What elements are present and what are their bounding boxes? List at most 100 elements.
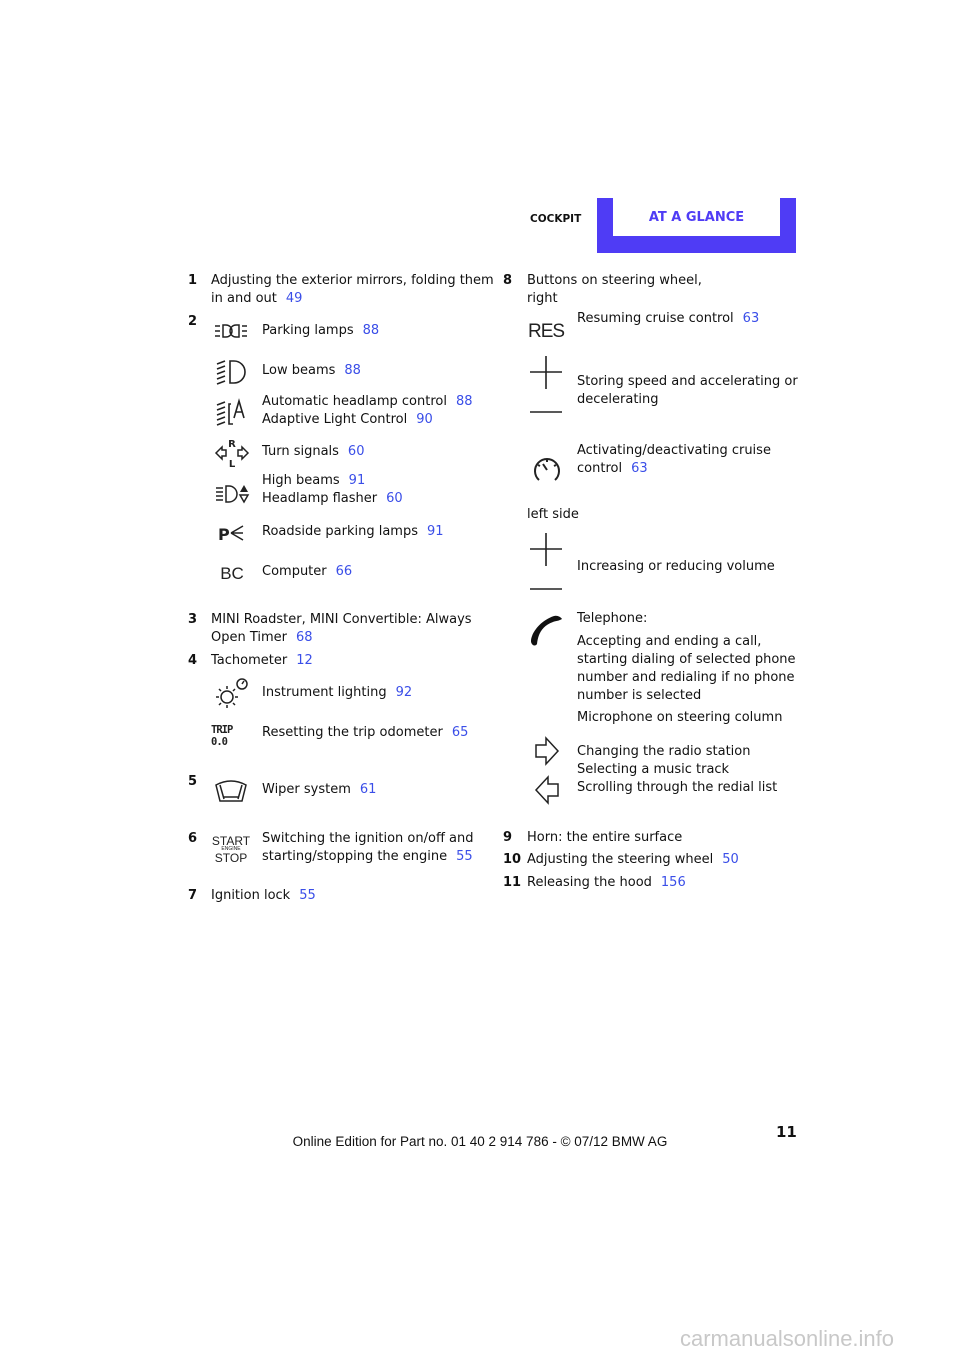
res-button-icon: RES <box>527 321 565 342</box>
page-ref[interactable]: 156 <box>661 875 686 890</box>
page-ref[interactable]: 91 <box>427 524 444 539</box>
instrument-lighting-icon <box>216 678 248 708</box>
item-number: 9 <box>503 830 513 845</box>
page-ref[interactable]: 63 <box>743 311 760 326</box>
page-ref[interactable]: 49 <box>286 291 303 306</box>
list-item: Activating/deactivating cruise control 63 <box>577 442 771 478</box>
page-ref[interactable]: 61 <box>360 782 377 797</box>
turn-signals-icon: RL <box>214 439 250 469</box>
text: Resetting the trip odometer <box>262 725 443 740</box>
text: Tachometer <box>211 653 288 668</box>
page-ref[interactable]: 88 <box>344 363 361 378</box>
page-ref[interactable]: 55 <box>299 888 316 903</box>
text: Scrolling through the redial list <box>577 780 778 795</box>
page-ref[interactable]: 55 <box>456 849 473 864</box>
text: in and out <box>211 291 277 306</box>
text: Adaptive Light Control <box>262 412 408 427</box>
arrow-right-left-icon <box>534 736 560 805</box>
volume-plus-minus-icon <box>530 533 562 590</box>
item-number: 1 <box>188 273 198 288</box>
text: Selecting a music track <box>577 762 730 777</box>
chapter-tab-label[interactable]: AT A GLANCE <box>613 198 780 236</box>
item-11-text: Releasing the hood 156 <box>527 874 686 892</box>
page-ref[interactable]: 65 <box>452 725 469 740</box>
page-ref[interactable]: 66 <box>336 564 353 579</box>
item-number: 6 <box>188 831 198 846</box>
watermark: carmanualsonline.info <box>680 1326 895 1351</box>
text: Instrument lighting <box>262 685 387 700</box>
list-item: Resetting the trip odometer 65 <box>262 724 468 742</box>
text: Resuming cruise control <box>577 311 734 326</box>
page-ref[interactable]: 88 <box>363 323 380 338</box>
page-ref[interactable]: 90 <box>416 412 433 427</box>
text: Computer <box>262 564 327 579</box>
cruise-control-icon <box>534 458 560 481</box>
start-stop-button-icon: START ENGINE STOP <box>212 832 250 866</box>
text: Low beams <box>262 363 336 378</box>
text: Parking lamps <box>262 323 354 338</box>
item-3-text: MINI Roadster, MINI Convertible: Always O… <box>211 611 472 647</box>
wiper-icon <box>215 780 247 802</box>
trip-odometer-icon: TRIP 0.0 <box>211 724 233 748</box>
text: Headlamp flasher <box>262 491 378 506</box>
page-ref[interactable]: 63 <box>631 461 648 476</box>
text: Turn signals <box>262 444 339 459</box>
svg-text:R: R <box>228 439 236 450</box>
text: Roadside parking lamps <box>262 524 418 539</box>
list-item: Storing speed and accelerating or deceler… <box>577 373 798 409</box>
item-1-text: Adjusting the exterior mirrors, folding … <box>211 272 494 308</box>
page-ref[interactable]: 50 <box>722 852 739 867</box>
text: Buttons on steering wheel, <box>527 273 702 288</box>
item-number: 4 <box>188 653 198 668</box>
list-item: Instrument lighting 92 <box>262 684 412 702</box>
item-number: 5 <box>188 774 198 789</box>
low-beams-icon <box>216 360 246 385</box>
page-ref[interactable]: 60 <box>386 491 403 506</box>
svg-text:L: L <box>229 459 236 469</box>
list-item: Automatic headlamp control 88 Adaptive Lig… <box>262 393 473 429</box>
page-ref[interactable]: 60 <box>348 444 365 459</box>
text: number is selected <box>577 688 702 703</box>
text: Adjusting the steering wheel <box>527 852 714 867</box>
svg-text:P: P <box>218 525 230 543</box>
parking-lamps-icon <box>215 324 247 338</box>
text: starting/stopping the engine <box>262 849 448 864</box>
list-item: Roadside parking lamps 91 <box>262 523 444 541</box>
item-8-text: Buttons on steering wheel, right <box>527 272 702 308</box>
list-item: Low beams 88 <box>262 362 361 380</box>
item-7-text: Ignition lock 55 <box>211 887 316 905</box>
text: Activating/deactivating cruise <box>577 443 771 458</box>
section-label: COCKPIT <box>530 213 582 225</box>
stop-label: STOP <box>214 850 248 865</box>
item-9-text: Horn: the entire surface <box>527 830 683 845</box>
left-side-label: left side <box>527 507 579 522</box>
footer-text: Online Edition for Part no. 01 40 2 914 … <box>292 1134 668 1149</box>
item-number: 7 <box>188 888 198 903</box>
roadside-parking-lamps-icon: P <box>218 525 244 543</box>
list-item: Parking lamps 88 <box>262 322 379 340</box>
item-number: 3 <box>188 612 198 627</box>
text: Ignition lock <box>211 888 291 903</box>
text: starting dialing of selected phone <box>577 652 796 667</box>
text: MINI Roadster, MINI Convertible: Always <box>211 612 472 627</box>
list-item: Resuming cruise control 63 <box>577 310 759 328</box>
microphone-text: Microphone on steering column <box>577 710 783 725</box>
text: Open Timer <box>211 630 288 645</box>
list-item: Turn signals 60 <box>262 443 364 461</box>
page-ref[interactable]: 12 <box>296 653 313 668</box>
page-ref[interactable]: 91 <box>349 473 366 488</box>
item-6-text: Switching the ignition on/off and startin… <box>262 830 474 866</box>
page-ref[interactable]: 92 <box>396 685 413 700</box>
high-beams-icon <box>216 485 250 504</box>
text: decelerating <box>577 392 659 407</box>
start-label: START <box>211 833 251 848</box>
page-ref[interactable]: 88 <box>456 394 473 409</box>
page-ref[interactable]: 68 <box>296 630 313 645</box>
text: Releasing the hood <box>527 875 652 890</box>
text: Adjusting the exterior mirrors, folding … <box>211 273 494 288</box>
text: control <box>577 461 623 476</box>
text: Accepting and ending a call, <box>577 634 762 649</box>
plus-minus-icon <box>530 356 562 413</box>
item-number: 8 <box>503 273 513 288</box>
item-4-text: Tachometer 12 <box>211 652 313 670</box>
